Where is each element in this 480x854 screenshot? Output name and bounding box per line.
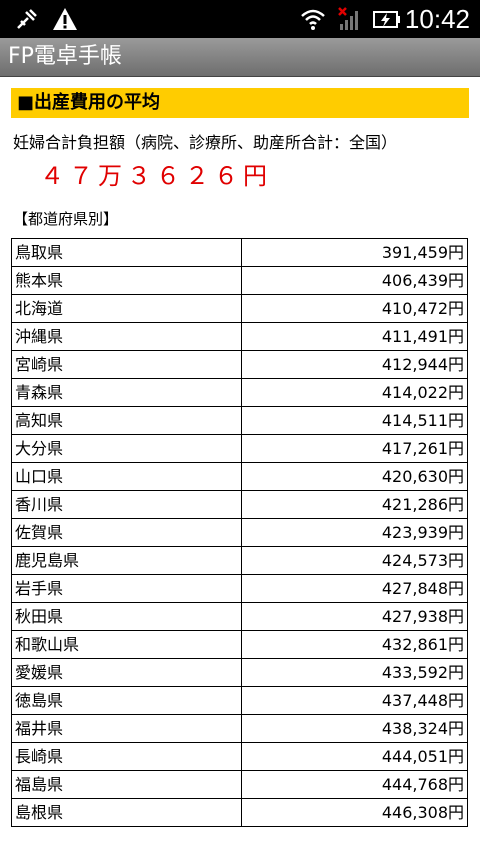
table-row: 香川県 421,286円 <box>11 490 468 519</box>
prefecture-cost: 412,944円 <box>241 350 468 379</box>
table-row: 岩手県 427,848円 <box>11 574 468 603</box>
prefecture-cost: 410,472円 <box>241 294 468 323</box>
prefecture-cost: 420,630円 <box>241 462 468 491</box>
table-row: 秋田県 427,938円 <box>11 602 468 631</box>
prefecture-name: 福井県 <box>11 714 242 743</box>
prefecture-cost: 438,324円 <box>241 714 468 743</box>
table-row: 宮崎県 412,944円 <box>11 350 468 379</box>
prefecture-name: 秋田県 <box>11 602 242 631</box>
prefecture-name: 沖縄県 <box>11 322 242 351</box>
table-row: 鳥取県 391,459円 <box>11 238 468 267</box>
prefecture-name: 徳島県 <box>11 686 242 715</box>
prefecture-name: 鳥取県 <box>11 238 242 267</box>
table-row: 沖縄県 411,491円 <box>11 322 468 351</box>
table-row: 熊本県 406,439円 <box>11 266 468 295</box>
table-row: 和歌山県 432,861円 <box>11 630 468 659</box>
warning-icon <box>53 8 77 30</box>
prefecture-name: 高知県 <box>11 406 242 435</box>
prefecture-cost: 446,308円 <box>241 798 468 827</box>
prefecture-cost: 444,768円 <box>241 770 468 799</box>
table-row: 北海道 410,472円 <box>11 294 468 323</box>
table-row: 福島県 444,768円 <box>11 770 468 799</box>
section-header: ■出産費用の平均 <box>11 88 469 118</box>
status-bar: 10:42 <box>0 0 480 38</box>
prefecture-name: 和歌山県 <box>11 630 242 659</box>
signal-no-sim-icon <box>338 7 358 30</box>
prefecture-name: 香川県 <box>11 490 242 519</box>
prefecture-name: 青森県 <box>11 378 242 407</box>
section-header-label: ■出産費用の平均 <box>17 92 161 113</box>
table-row: 福井県 438,324円 <box>11 714 468 743</box>
prefecture-cost: 424,573円 <box>241 546 468 575</box>
usb-debug-icon <box>17 9 37 29</box>
wifi-icon <box>301 9 325 30</box>
prefecture-name: 鹿児島県 <box>11 546 242 575</box>
clock: 10:42 <box>404 4 470 34</box>
table-row: 鹿児島県 424,573円 <box>11 546 468 575</box>
prefecture-cost: 421,286円 <box>241 490 468 519</box>
prefecture-cost: 423,939円 <box>241 518 468 547</box>
prefecture-cost: 391,459円 <box>241 238 468 267</box>
prefecture-cost: 406,439円 <box>241 266 468 295</box>
prefecture-cost: 411,491円 <box>241 322 468 351</box>
prefecture-name: 大分県 <box>11 434 242 463</box>
prefecture-name: 熊本県 <box>11 266 242 295</box>
table-row: 長崎県 444,051円 <box>11 742 468 771</box>
prefecture-name: 岩手県 <box>11 574 242 603</box>
prefecture-subheader: 【都道府県別】 <box>13 210 119 228</box>
table-row: 島根県 446,308円 <box>11 798 468 827</box>
prefecture-name: 北海道 <box>11 294 242 323</box>
prefecture-cost: 444,051円 <box>241 742 468 771</box>
table-row: 愛媛県 433,592円 <box>11 658 468 687</box>
prefecture-cost: 417,261円 <box>241 434 468 463</box>
prefecture-table: 鳥取県 391,459円 熊本県 406,439円 北海道 410,472円 沖縄県 411,… <box>11 238 468 827</box>
table-row: 青森県 414,022円 <box>11 378 468 407</box>
prefecture-cost: 427,848円 <box>241 574 468 603</box>
table-row: 大分県 417,261円 <box>11 434 468 463</box>
prefecture-cost: 437,448円 <box>241 686 468 715</box>
table-row: 高知県 414,511円 <box>11 406 468 435</box>
prefecture-cost: 432,861円 <box>241 630 468 659</box>
description: 妊婦合計負担額（病院、診療所、助産所合計：全国） <box>13 133 398 152</box>
prefecture-cost: 433,592円 <box>241 658 468 687</box>
table-row: 徳島県 437,448円 <box>11 686 468 715</box>
app-title: FP電卓手帳 <box>8 44 122 69</box>
prefecture-name: 長崎県 <box>11 742 242 771</box>
table-row: 佐賀県 423,939円 <box>11 518 468 547</box>
prefecture-name: 山口県 <box>11 462 242 491</box>
prefecture-cost: 414,022円 <box>241 378 468 407</box>
prefecture-name: 島根県 <box>11 798 242 827</box>
battery-charging-icon <box>373 11 400 28</box>
prefecture-name: 愛媛県 <box>11 658 242 687</box>
table-row: 山口県 420,630円 <box>11 462 468 491</box>
prefecture-name: 佐賀県 <box>11 518 242 547</box>
prefecture-cost: 427,938円 <box>241 602 468 631</box>
total-amount: ４７万３６２６円 <box>40 162 272 190</box>
prefecture-cost: 414,511円 <box>241 406 468 435</box>
prefecture-name: 福島県 <box>11 770 242 799</box>
prefecture-name: 宮崎県 <box>11 350 242 379</box>
title-bar: FP電卓手帳 <box>0 38 480 77</box>
